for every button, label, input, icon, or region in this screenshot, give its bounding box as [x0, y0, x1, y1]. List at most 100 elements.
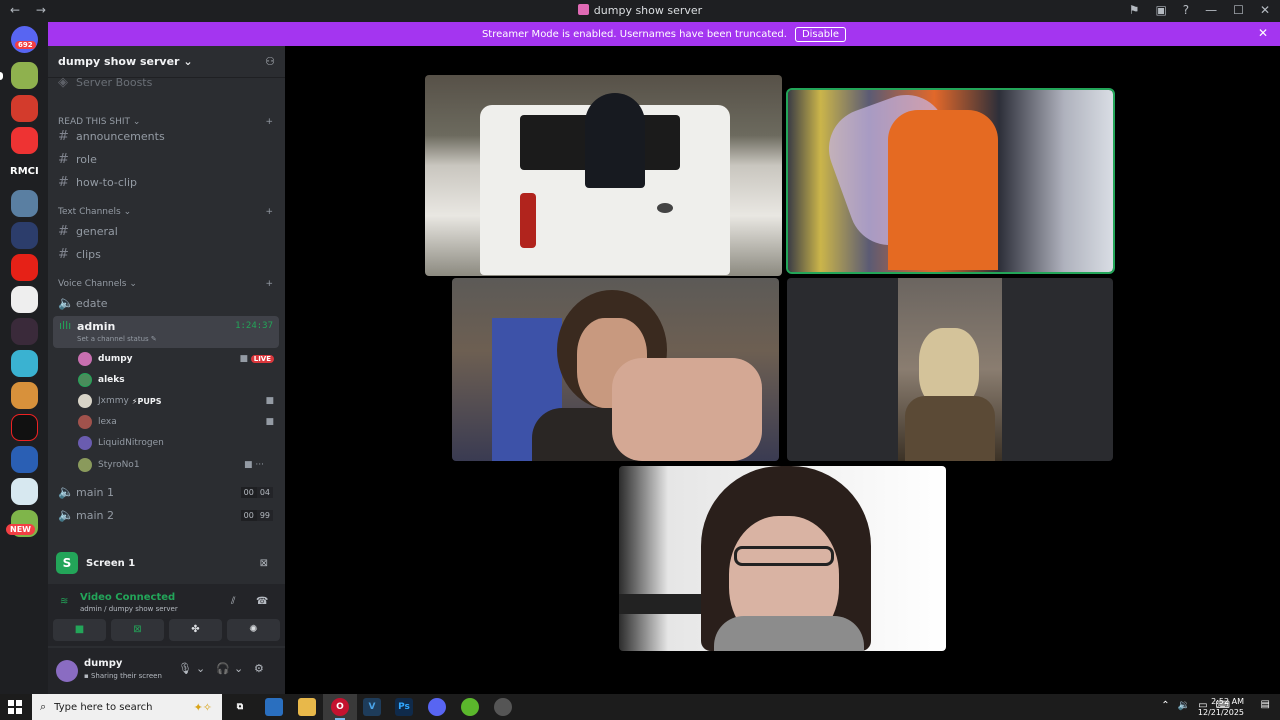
clock[interactable]: 2:52 AM 12/21/2025: [1198, 696, 1244, 718]
video-content: [520, 193, 536, 248]
window-icon[interactable]: ▣: [1155, 3, 1166, 17]
connection-path[interactable]: admin / dumpy show server: [80, 605, 178, 613]
video-content: [734, 546, 834, 566]
stop-share-icon[interactable]: ⊠: [260, 558, 268, 569]
guild-icon[interactable]: [11, 190, 38, 217]
start-button[interactable]: [8, 700, 22, 714]
app-icon[interactable]: [461, 698, 479, 716]
minimize-button[interactable]: —: [1205, 3, 1217, 17]
file-explorer-icon[interactable]: [298, 698, 316, 716]
user-name[interactable]: dumpy: [84, 658, 122, 669]
voice-member[interactable]: aleks: [78, 371, 278, 389]
chevron-down-icon[interactable]: ⌄: [234, 662, 243, 675]
photoshop-icon[interactable]: Ps: [395, 698, 413, 716]
app-window: ← → dumpy show server ⚑ ▣ ? — ☐ ✕ 692 RM…: [0, 0, 1280, 720]
avatar: [78, 352, 92, 366]
video-tile[interactable]: [452, 278, 779, 461]
video-content: [905, 396, 995, 461]
discord-icon[interactable]: [428, 698, 446, 716]
noise-suppression-icon[interactable]: ⫽: [231, 596, 235, 607]
channel-status-prompt[interactable]: Set a channel status ✎: [77, 335, 157, 343]
channel-role[interactable]: # role: [58, 149, 97, 169]
video-stage: [285, 46, 1280, 694]
guild-icon[interactable]: [11, 478, 38, 505]
gear-icon[interactable]: ⚙: [254, 662, 264, 675]
add-channel-icon[interactable]: +: [265, 117, 273, 127]
hash-icon: #: [58, 223, 69, 239]
voice-member[interactable]: Jxmmy ⚡PUPS ■: [78, 392, 278, 410]
close-window-button[interactable]: ✕: [1260, 3, 1270, 17]
screen-share-button[interactable]: ⊠: [111, 619, 164, 641]
video-tile[interactable]: [425, 75, 782, 276]
guild-icon[interactable]: [11, 286, 38, 313]
camera-button[interactable]: ■: [53, 619, 106, 641]
search-highlight-icon: ✦✧: [193, 700, 212, 714]
help-icon[interactable]: ?: [1183, 3, 1189, 17]
youtube-guild-icon[interactable]: [11, 254, 38, 281]
window-title-wrap: dumpy show server: [0, 4, 1280, 17]
voice-member[interactable]: dumpy ■ LIVE: [78, 350, 278, 368]
app-icon[interactable]: [265, 698, 283, 716]
guild-icon[interactable]: [11, 414, 38, 441]
guild-icon[interactable]: [11, 222, 38, 249]
camera-icon: ■: [265, 396, 274, 406]
headphones-icon[interactable]: 🎧: [216, 662, 230, 675]
guild-icon[interactable]: [11, 62, 38, 89]
voice-channel-edate[interactable]: 🔈 edate: [58, 293, 108, 313]
banner-text: Streamer Mode is enabled. Usernames have…: [481, 28, 787, 40]
voice-member[interactable]: StyroNo1 ■ ···: [78, 456, 278, 474]
soundboard-button[interactable]: ✺: [227, 619, 280, 641]
channel-general[interactable]: # general: [58, 221, 118, 241]
connection-status[interactable]: Video Connected: [80, 592, 175, 603]
add-channel-icon[interactable]: +: [265, 279, 273, 289]
close-icon[interactable]: ✕: [1258, 26, 1268, 40]
inbox-flag-icon[interactable]: ⚑: [1129, 3, 1140, 17]
chevron-down-icon[interactable]: ⌄: [196, 662, 205, 675]
guild-icon[interactable]: [11, 446, 38, 473]
category-voice-channels[interactable]: Voice Channels ⌄ +: [58, 279, 273, 289]
voice-channel-admin[interactable]: ıllı admin 1:24:37 Set a channel status …: [53, 316, 279, 348]
category-text-channels[interactable]: Text Channels ⌄ +: [58, 207, 273, 217]
voice-member[interactable]: lexa ■: [78, 413, 278, 431]
microphone-icon[interactable]: 🎙: [178, 662, 192, 675]
video-tile-speaking[interactable]: [786, 88, 1115, 274]
volume-icon[interactable]: 🔉: [1178, 700, 1190, 711]
channel-announcements[interactable]: # announcements: [58, 126, 165, 146]
search-placeholder: Type here to search: [54, 701, 153, 713]
signal-icon[interactable]: ≋: [60, 596, 68, 607]
maximize-button[interactable]: ☐: [1233, 3, 1244, 17]
screen-share-panel[interactable]: S Screen 1 ⊠: [53, 547, 280, 579]
server-favicon-icon: [577, 4, 589, 15]
taskbar-search[interactable]: ⌕ Type here to search ✦✧: [32, 694, 222, 720]
guild-icon[interactable]: [11, 382, 38, 409]
task-view-icon[interactable]: ⧉: [231, 698, 249, 716]
voice-channel-main-2[interactable]: 🔈 main 2 00 99: [58, 505, 273, 525]
opera-icon[interactable]: O: [331, 698, 349, 716]
chevron-up-icon[interactable]: ⌃: [1161, 700, 1169, 711]
guild-icon[interactable]: [11, 318, 38, 345]
avatar: [78, 436, 92, 450]
notification-icon[interactable]: ▤: [1261, 699, 1270, 710]
add-channel-icon[interactable]: +: [265, 207, 273, 217]
disable-button[interactable]: Disable: [794, 26, 847, 42]
guild-icon[interactable]: [11, 350, 38, 377]
server-boosts-item[interactable]: ◈ Server Boosts: [58, 72, 152, 92]
video-tile[interactable]: [619, 466, 946, 651]
guild-icon[interactable]: [11, 127, 38, 154]
disconnect-icon[interactable]: ☎: [256, 596, 268, 607]
channel-how-to-clip[interactable]: # how-to-clip: [58, 172, 137, 192]
voice-channel-main-1[interactable]: 🔈 main 1 00 04: [58, 482, 273, 502]
text-guild[interactable]: RMCI: [10, 166, 39, 177]
voice-member[interactable]: LiquidNitrogen: [78, 434, 278, 452]
app-icon[interactable]: [494, 698, 512, 716]
video-content: [714, 616, 864, 651]
guild-icon[interactable]: [11, 95, 38, 122]
hash-icon: #: [58, 174, 69, 190]
activities-button[interactable]: ✤: [169, 619, 222, 641]
video-content: [585, 93, 645, 188]
invite-icon[interactable]: ⚇: [265, 55, 275, 68]
channel-clips[interactable]: # clips: [58, 244, 101, 264]
avatar[interactable]: [56, 660, 78, 682]
video-tile[interactable]: [787, 278, 1113, 461]
vegas-icon[interactable]: V: [363, 698, 381, 716]
